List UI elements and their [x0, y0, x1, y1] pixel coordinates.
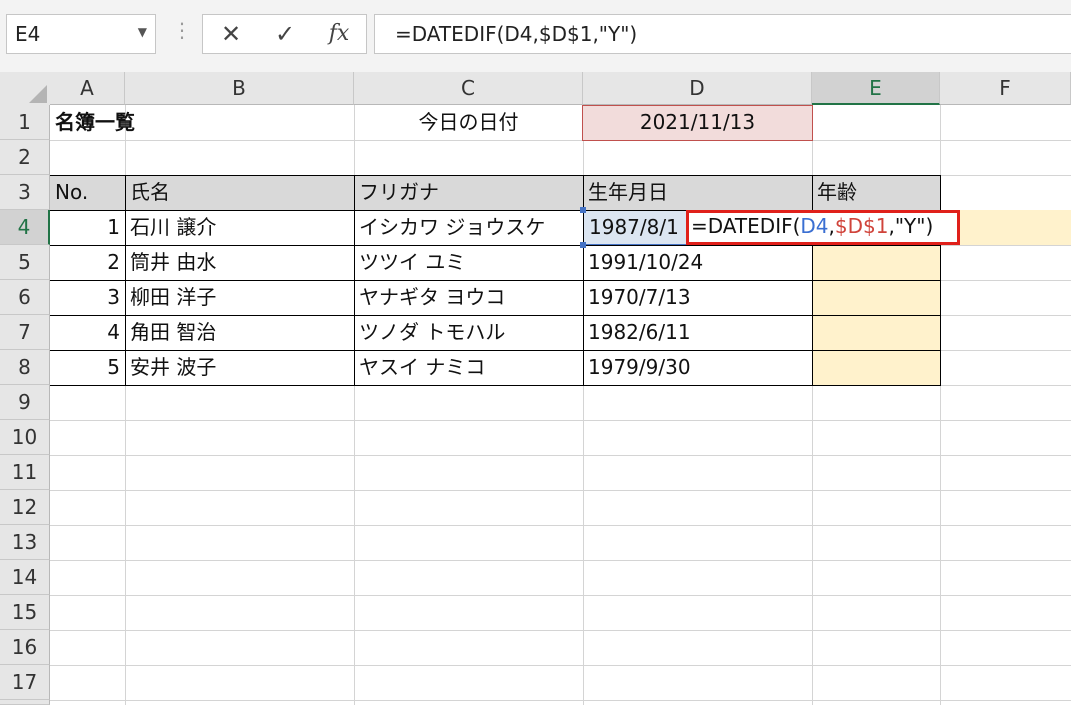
formula-buttons: ✕ ✓ fx [202, 14, 367, 54]
cell-name[interactable]: 筒井 由水 [125, 245, 354, 280]
spreadsheet-grid[interactable]: A B C D E F 1 2 3 4 5 6 7 8 9 10 11 12 1… [0, 72, 1071, 705]
column-header-e[interactable]: E [812, 72, 940, 105]
row-header-3[interactable]: 3 [0, 175, 50, 210]
insert-function-icon[interactable]: fx [321, 19, 357, 49]
cell-name[interactable]: 石川 譲介 [125, 210, 354, 245]
row-header-14[interactable]: 14 [0, 560, 50, 595]
cell-no[interactable]: 5 [50, 350, 125, 385]
row-header-6[interactable]: 6 [0, 280, 50, 315]
cell-no[interactable]: 4 [50, 315, 125, 350]
cell-birth[interactable]: 1991/10/24 [583, 245, 812, 280]
cell-no[interactable]: 3 [50, 280, 125, 315]
cell-kana[interactable]: イシカワ ジョウスケ [354, 210, 583, 245]
in-cell-formula-editor[interactable]: =DATEDIF(D4,$D$1,"Y") [686, 210, 960, 245]
header-cell-name[interactable]: 氏名 [125, 175, 354, 210]
row-header-4[interactable]: 4 [0, 210, 50, 245]
select-all-corner[interactable] [0, 72, 50, 106]
formula-prefix: =DATEDIF( [691, 214, 801, 238]
cell-birth[interactable]: 1987/8/1 [583, 210, 687, 245]
column-header-a[interactable]: A [50, 72, 125, 105]
cell-name[interactable]: 安井 波子 [125, 350, 354, 385]
row-header-13[interactable]: 13 [0, 525, 50, 560]
cell-no[interactable]: 1 [50, 210, 125, 245]
row-header-17[interactable]: 17 [0, 665, 50, 700]
today-date-cell[interactable]: 2021/11/13 [582, 105, 813, 141]
cell-kana[interactable]: ヤスイ ナミコ [354, 350, 583, 385]
formula-ref-d1: $D$1 [834, 214, 889, 238]
cell-no[interactable]: 2 [50, 245, 125, 280]
chevron-down-icon[interactable]: ▼ [138, 25, 147, 39]
cell-birth[interactable]: 1970/7/13 [583, 280, 812, 315]
cell-name[interactable]: 角田 智治 [125, 315, 354, 350]
today-label-cell[interactable]: 今日の日付 [354, 105, 583, 140]
header-cell-no[interactable]: No. [50, 175, 125, 210]
cell-kana[interactable]: ツノダ トモハル [354, 315, 583, 350]
row-header-7[interactable]: 7 [0, 315, 50, 350]
column-header-c[interactable]: C [354, 72, 583, 105]
row-header-5[interactable]: 5 [0, 245, 50, 280]
row-header-9[interactable]: 9 [0, 385, 50, 420]
header-cell-kana[interactable]: フリガナ [354, 175, 583, 210]
header-cell-age[interactable]: 年齢 [812, 175, 940, 210]
check-icon[interactable]: ✓ [267, 19, 303, 49]
drag-handle-icon[interactable]: ⋮ [172, 18, 192, 42]
column-header-b[interactable]: B [125, 72, 354, 105]
formula-suffix: ,"Y") [888, 214, 934, 238]
cell-kana[interactable]: ヤナギタ ヨウコ [354, 280, 583, 315]
row-header-11[interactable]: 11 [0, 455, 50, 490]
row-header-10[interactable]: 10 [0, 420, 50, 455]
row-header-15[interactable]: 15 [0, 595, 50, 630]
cell-birth[interactable]: 1979/9/30 [583, 350, 812, 385]
row-header-16[interactable]: 16 [0, 630, 50, 665]
row-header-8[interactable]: 8 [0, 350, 50, 385]
sheet-title-cell[interactable]: 名簿一覧 [50, 105, 250, 140]
cell-kana[interactable]: ツツイ ユミ [354, 245, 583, 280]
formula-bar: E4 ▼ ⋮ ✕ ✓ fx =DATEDIF(D4,$D$1,"Y") [0, 0, 1071, 72]
name-box-value: E4 [15, 22, 41, 46]
formula-text: =DATEDIF(D4,$D$1,"Y") [395, 22, 638, 46]
header-cell-birth[interactable]: 生年月日 [583, 175, 812, 210]
row-header-12[interactable]: 12 [0, 490, 50, 525]
formula-ref-d4: D4 [800, 214, 829, 238]
cell-name[interactable]: 柳田 洋子 [125, 280, 354, 315]
cancel-icon[interactable]: ✕ [213, 19, 249, 49]
formula-input[interactable]: =DATEDIF(D4,$D$1,"Y") [374, 14, 1071, 54]
column-header-f[interactable]: F [940, 72, 1071, 105]
row-header-1[interactable]: 1 [0, 105, 50, 140]
column-header-d[interactable]: D [583, 72, 812, 105]
cell-birth[interactable]: 1982/6/11 [583, 315, 812, 350]
row-header-2[interactable]: 2 [0, 140, 50, 175]
name-box[interactable]: E4 ▼ [6, 14, 156, 54]
